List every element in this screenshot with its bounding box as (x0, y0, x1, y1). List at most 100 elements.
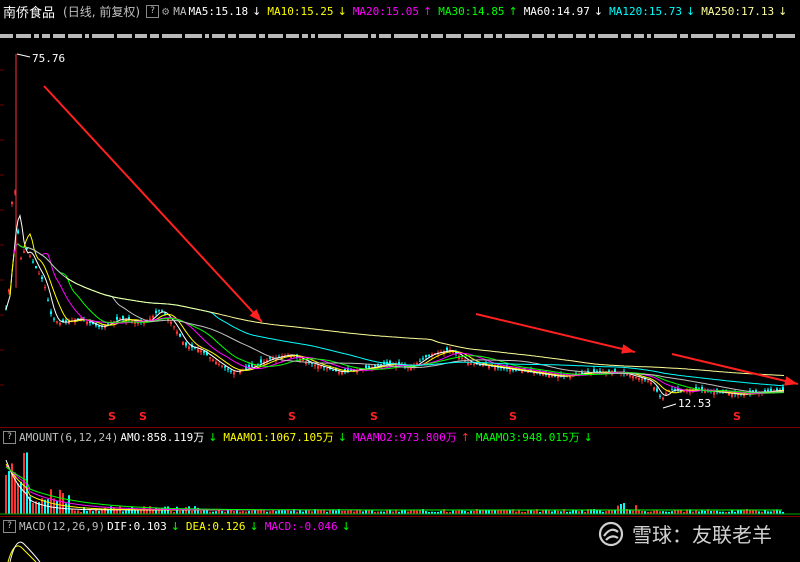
chart-canvas: 75.76 12.53 S S S S S S (0, 52, 800, 562)
volume-bar (482, 510, 484, 514)
arrow-down-icon: ↓ (208, 431, 218, 444)
candle-body (326, 368, 328, 370)
volume-bar (458, 510, 460, 514)
volume-bar (263, 510, 265, 514)
candle-body (17, 230, 19, 234)
candle-body (11, 201, 13, 205)
help-icon[interactable]: ? (3, 519, 16, 533)
arrow-down-icon: ↓ (583, 431, 593, 444)
candle-body (29, 255, 31, 257)
amount-value: AMO:858.119万 (120, 431, 205, 444)
arrow-down-icon: ↓ (341, 519, 351, 533)
candle-body (257, 363, 259, 365)
candle-body (647, 380, 649, 382)
candle-body (209, 357, 211, 359)
candle-body (314, 364, 316, 367)
candle-body (212, 359, 214, 362)
candle-body (659, 395, 661, 397)
candle-body (53, 318, 55, 320)
low-pointer (662, 403, 677, 409)
volume-bar (500, 510, 502, 514)
volume-bar (77, 510, 79, 514)
candle-body (317, 365, 319, 369)
candle-body (152, 315, 154, 318)
candle-body (470, 363, 472, 365)
snowball-logo-icon (598, 521, 624, 546)
volume-bar (278, 510, 280, 514)
high-pointer (16, 53, 31, 58)
ma120-line (65, 276, 785, 387)
s-marker: S (733, 410, 741, 423)
candle-body (782, 387, 784, 391)
candle-body (389, 360, 391, 364)
volume-bar (410, 510, 412, 514)
volume-bar (287, 510, 289, 514)
volume-bar (494, 510, 496, 514)
volume-bar (272, 510, 274, 514)
volume-bar (419, 510, 421, 514)
candle-body (521, 370, 523, 373)
volume-bar (74, 510, 76, 514)
candle-body (662, 397, 664, 400)
candle-body (20, 257, 22, 259)
candle-body (776, 388, 778, 391)
volume-bar (755, 510, 757, 514)
candle-body (509, 369, 511, 372)
macd-value: DIF:0.103 (107, 519, 167, 533)
candle-body (122, 315, 124, 319)
volume-bar (23, 452, 25, 514)
amount-value: MAAMO3:948.015万 (475, 431, 580, 444)
candle-body (215, 361, 217, 365)
ma30-line (17, 243, 785, 394)
candle-body (47, 299, 49, 301)
trend-arrow (475, 313, 636, 353)
candle-body (86, 321, 88, 325)
volume-bar (254, 510, 256, 514)
volume-bar (20, 481, 22, 514)
candle-body (338, 371, 340, 374)
candle-body (176, 331, 178, 334)
candle-body (158, 310, 160, 312)
volume-bar (638, 510, 640, 514)
watermark-text: 雪球：友联老羊 (632, 523, 772, 547)
candle-body (65, 320, 67, 322)
candle-body (233, 371, 235, 375)
volume-bar (5, 474, 7, 514)
candle-body (728, 393, 730, 396)
candle-body (425, 355, 427, 357)
volume-bar (479, 510, 481, 514)
amount-value: MAAMO2:973.800万 (352, 431, 457, 444)
ma5-line (5, 214, 785, 397)
volume-bar (134, 509, 136, 514)
amo-line (5, 459, 782, 511)
help-icon[interactable]: ? (3, 430, 16, 444)
volume-bar (596, 510, 598, 514)
candle-body (173, 326, 175, 328)
volume-bar (281, 510, 283, 514)
candle-body (260, 359, 262, 363)
volume-bar (530, 509, 532, 514)
candle-body (488, 366, 490, 369)
s-marker: S (370, 410, 378, 423)
arrow-down-icon: ↓ (337, 431, 347, 444)
candle-body (116, 316, 118, 320)
candle-body (332, 369, 334, 371)
candle-body (41, 277, 43, 280)
volume-bar (284, 510, 286, 514)
volume-bar (623, 503, 625, 514)
volume-bar (620, 504, 622, 514)
volume-bar (506, 510, 508, 514)
volume-bar (53, 498, 55, 514)
panel-divider (0, 516, 800, 517)
ma10-line (9, 232, 785, 395)
candle-body (44, 287, 46, 289)
maamo2-line (5, 465, 782, 511)
arrow-up-icon: ↑ (460, 431, 470, 444)
candle-body (203, 351, 205, 353)
candle-body (179, 333, 181, 337)
candle-body (50, 311, 52, 314)
candle-body (629, 375, 631, 377)
volume-bar (491, 510, 493, 514)
candle-body (635, 376, 637, 379)
candle-body (638, 377, 640, 380)
